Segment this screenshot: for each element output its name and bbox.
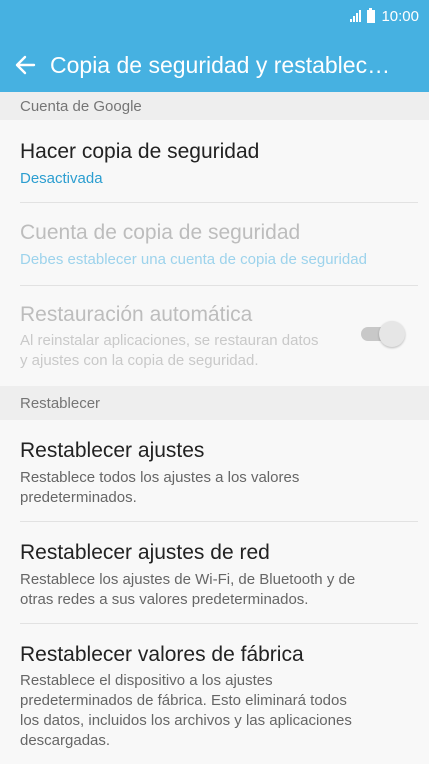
reset-network-desc-line2: otras redes a sus valores predeterminado… [20, 591, 309, 608]
backup-account-subtitle: Debes establecer una cuenta de copia de … [20, 251, 367, 268]
factory-reset-item[interactable]: Restablecer valores de fábrica Restablec… [0, 624, 429, 764]
status-bar: 10:00 [350, 6, 419, 26]
backup-status: Desactivada [20, 170, 103, 187]
factory-reset-desc-line2: predeterminados de fábrica. Esto elimina… [20, 692, 347, 709]
reset-settings-desc-line2: predeterminados. [20, 489, 137, 506]
auto-restore-item[interactable]: Restauración automática Al reinstalar ap… [0, 286, 429, 386]
battery-icon [367, 7, 376, 23]
reset-settings-item[interactable]: Restablecer ajustes Restablece todos los… [0, 420, 429, 521]
arrow-left-icon [15, 55, 36, 75]
backup-account-item[interactable]: Cuenta de copia de seguridad Debes estab… [0, 203, 429, 285]
backup-title: Hacer copia de seguridad [20, 140, 260, 163]
factory-reset-title: Restablecer valores de fábrica [20, 643, 304, 666]
auto-restore-toggle[interactable] [361, 321, 405, 347]
factory-reset-desc-line1: Restablece el dispositivo a los ajustes [20, 672, 273, 689]
factory-reset-desc-line4: descargadas. [20, 732, 111, 749]
app-bar: 10:00 Copia de seguridad y restablecim..… [0, 0, 429, 98]
page-title: Copia de seguridad y restablecim... [50, 51, 395, 78]
reset-network-desc-line1: Restablece los ajustes de Wi-Fi, de Blue… [20, 571, 356, 588]
toggle-knob [379, 321, 405, 347]
section-header-reset: Restablecer [0, 386, 429, 420]
section-header-google: Cuenta de Google [0, 92, 429, 120]
backup-account-title: Cuenta de copia de seguridad [20, 221, 301, 244]
auto-restore-desc-line2: y ajustes con la copia de seguridad. [20, 352, 259, 369]
auto-restore-title: Restauración automática [20, 303, 253, 326]
reset-settings-desc-line1: Restablece todos los ajustes a los valor… [20, 469, 300, 486]
reset-settings-title: Restablecer ajustes [20, 439, 205, 462]
backup-item[interactable]: Hacer copia de seguridad Desactivada [0, 122, 429, 202]
signal-icon [350, 10, 362, 22]
factory-reset-desc-line3: los datos, incluidos los archivos y las … [20, 712, 352, 729]
reset-network-item[interactable]: Restablecer ajustes de red Restablece lo… [0, 522, 429, 623]
auto-restore-desc-line1: Al reinstalar aplicaciones, se restauran… [20, 332, 319, 349]
status-time: 10:00 [381, 7, 419, 25]
back-button[interactable] [0, 54, 50, 76]
reset-network-title: Restablecer ajustes de red [20, 541, 270, 564]
toolbar: Copia de seguridad y restablecim... [0, 38, 429, 92]
